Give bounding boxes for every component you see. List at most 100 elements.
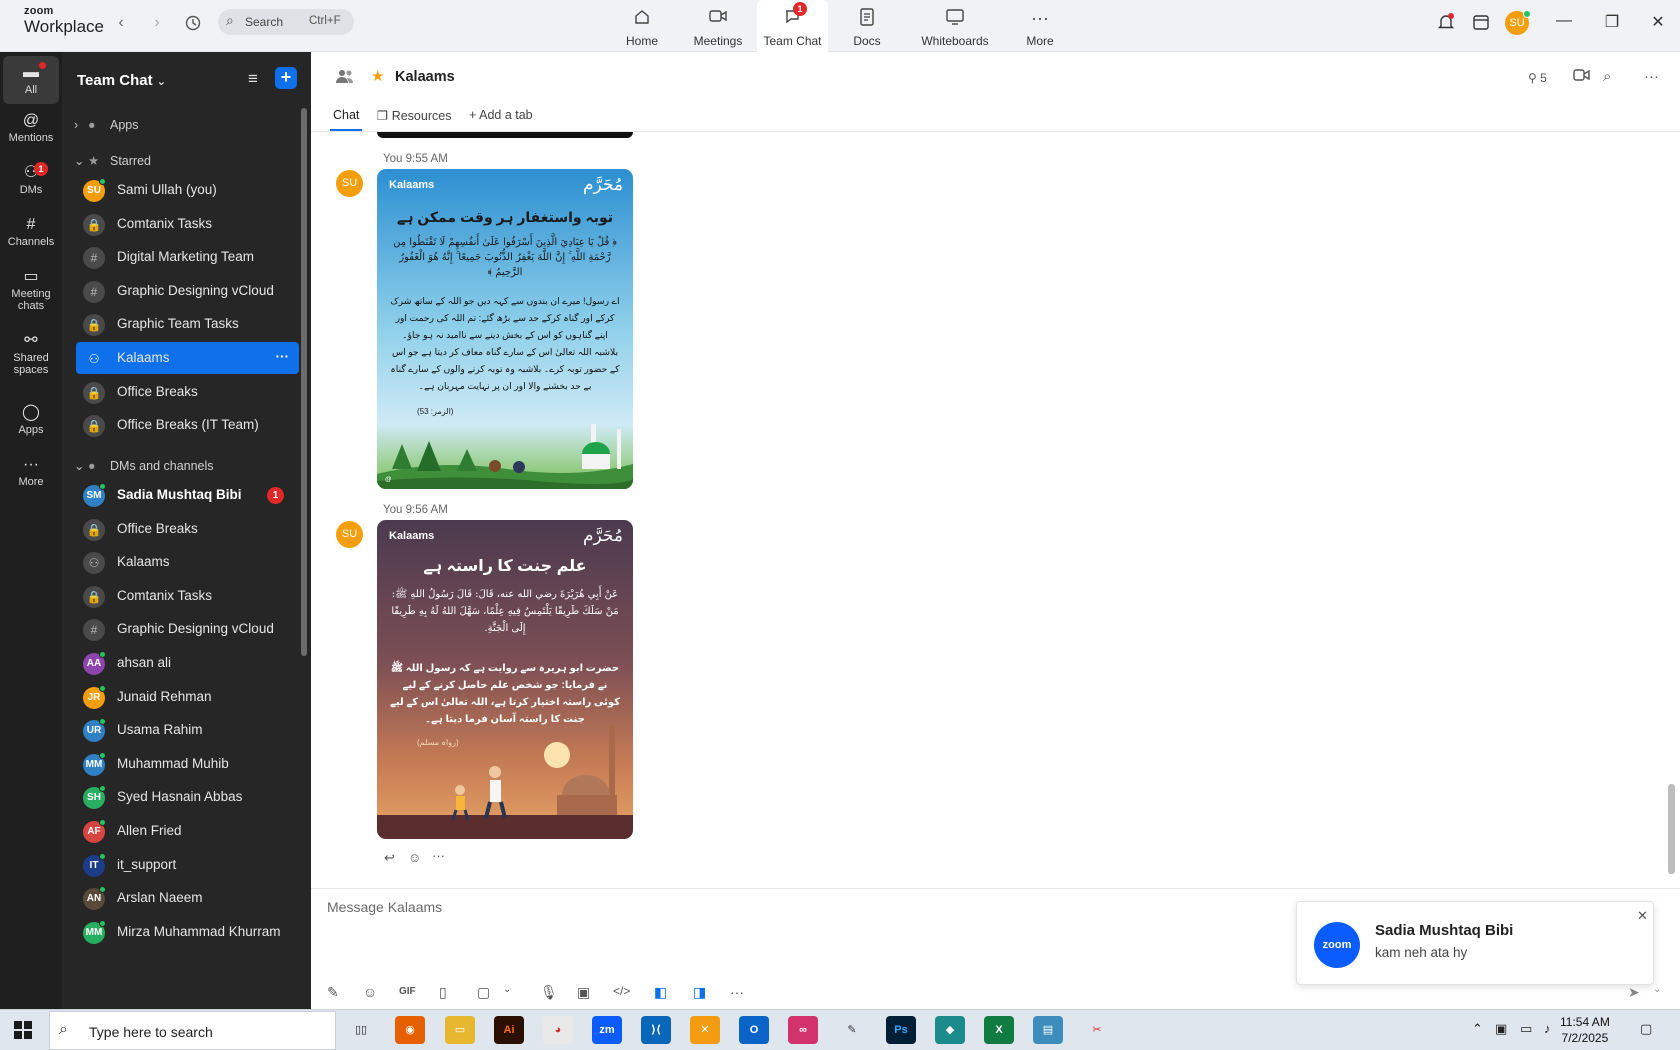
section-dms[interactable]: ⌄ ● DMs and channels [74,458,214,473]
rail-meeting-chats[interactable]: ▭ Meeting chats [3,266,59,312]
sidebar-item-comtanix-tasks[interactable]: 🔒 Comtanix Tasks [76,580,299,612]
rail-apps[interactable]: ◯ Apps [3,402,59,436]
send-icon[interactable]: ➤ [1628,984,1640,1001]
gif-icon[interactable]: GIF [399,986,416,997]
message-more-icon[interactable]: ··· [432,848,445,863]
illustrator-icon[interactable]: Ai [494,1016,524,1044]
nav-more[interactable]: ··· More [1020,0,1060,52]
tray-chevron-up-icon[interactable]: ⌃ [1472,1021,1483,1037]
user-avatar[interactable]: SU [1505,10,1531,35]
photoshop-icon[interactable]: Ps [886,1016,916,1044]
nav-docs[interactable]: Docs [845,0,889,52]
sidebar-item-office-breaks-it-team[interactable]: 🔒 Office Breaks (IT Team) [76,409,299,441]
sidebar-item-digital-marketing-team[interactable]: # Digital Marketing Team [76,241,299,273]
history-icon[interactable] [183,14,203,37]
reply-icon[interactable]: ↩ [384,850,395,866]
section-apps[interactable]: › ● Apps [74,118,139,132]
tray-network-share-icon[interactable]: ▣ [1495,1021,1507,1037]
sidebar-item-graphic-team-tasks[interactable]: 🔒 Graphic Team Tasks [76,308,299,340]
taskbar-clock[interactable]: 11:54 AM 7/2/2025 [1560,1014,1610,1046]
sidebar-item-office-breaks[interactable]: 🔒 Office Breaks [76,376,299,408]
sidebar-item-usama-rahim[interactable]: UR Usama Rahim [76,714,299,746]
xampp-icon[interactable]: ✕ [690,1016,720,1044]
more-options-icon[interactable]: ··· [1644,68,1659,85]
tab-chat[interactable]: Chat [333,108,359,122]
forward-arrow-icon[interactable]: › [147,14,167,32]
sidebar-item-sami-ullah-you[interactable]: SU Sami Ullah (you) [76,174,299,206]
code-icon[interactable]: </> [613,984,630,998]
vscode-icon[interactable]: ⟩⟨ [641,1016,671,1044]
sidebar-item-ahsan-ali[interactable]: AA ahsan ali [76,647,299,679]
zoom-taskbar-icon[interactable]: zm [592,1016,622,1044]
previous-image-fragment[interactable] [377,132,633,138]
add-reaction-icon[interactable]: ☺ [408,850,421,865]
rail-all[interactable]: ▬ All [3,56,59,104]
task-view-icon[interactable]: ▯▯ [346,1016,376,1044]
rail-more[interactable]: ··· More [3,454,59,488]
format-icon[interactable]: ✎ [327,984,339,1001]
chrome-icon[interactable]: ◕ [543,1016,573,1044]
pen-tool-icon[interactable]: ✎ [837,1016,867,1044]
close-icon[interactable]: ✕ [1637,908,1648,924]
search-icon[interactable]: ⌕ [1603,68,1611,85]
filter-icon[interactable]: ≡ [248,69,258,89]
sidebar-item-syed-hasnain-abbas[interactable]: SH Syed Hasnain Abbas [76,781,299,813]
rail-channels[interactable]: # Channels [3,214,59,248]
file-explorer-icon[interactable]: ▭ [445,1016,475,1044]
sender-avatar[interactable]: SU [336,170,363,197]
firefox-icon[interactable]: ◉ [395,1016,425,1044]
image-card-tawbah[interactable]: Kalaams مُحَرَّم توبہ واستغفار ہر وقت مم… [377,169,633,489]
taskbar-search[interactable]: ⌕ Type here to search [49,1011,336,1050]
sidebar-item-graphic-designing-vcloud[interactable]: # Graphic Designing vCloud [76,275,299,307]
sidebar-item-mirza-muhammad-khurram[interactable]: MM Mirza Muhammad Khurram [76,916,299,948]
notification-bell-icon[interactable] [1437,13,1455,34]
sidebar-item-sadia-mushtaq-bibi[interactable]: SM Sadia Mushtaq Bibi 1 [76,479,299,511]
microphone-icon[interactable]: 🎙 [540,984,558,1001]
item-more-icon[interactable]: ··· [276,349,290,364]
video-message-icon[interactable]: ▣ [577,984,590,1001]
emoji-icon[interactable]: ☺ [363,984,377,1000]
sidebar-item-office-breaks[interactable]: 🔒 Office Breaks [76,513,299,545]
nav-team-chat[interactable]: 1 Team Chat [757,0,828,52]
rail-dms[interactable]: ⚇ 1 DMs [3,162,59,196]
new-chat-button[interactable]: + [275,67,297,89]
sidebar-scrollbar[interactable] [301,108,307,656]
file-icon[interactable]: ▯ [439,984,447,1001]
nav-whiteboards[interactable]: Whiteboards [914,0,996,52]
volume-icon[interactable]: ♪ [1544,1021,1551,1036]
sidebar-item-arslan-naeem[interactable]: AN Arslan Naeem [76,882,299,914]
sender-avatar[interactable]: SU [336,521,363,548]
members-count[interactable]: ⚲ 5 [1528,71,1547,85]
sidebar-item-muhammad-muhib[interactable]: MM Muhammad Muhib [76,748,299,780]
app-shortcut-2-icon[interactable]: ◨ [693,984,706,1001]
screenshot-icon[interactable]: ▢ [477,984,490,1001]
nav-meetings[interactable]: Meetings [690,0,746,52]
section-starred[interactable]: ⌄ ★ Starred [74,153,151,168]
image-card-ilm[interactable]: Kalaams مُحَرَّم علم جنت کا راستہ ہے عَن… [377,520,633,839]
rail-mentions[interactable]: @ Mentions [3,110,59,144]
sidebar-item-graphic-designing-vcloud[interactable]: # Graphic Designing vCloud [76,613,299,645]
snipping-tool-icon[interactable]: ✂ [1082,1016,1112,1044]
chevron-down-icon[interactable]: ⌄ [503,984,511,995]
excel-icon[interactable]: X [984,1016,1014,1044]
calendar-app-icon[interactable] [1472,13,1490,34]
sidebar-title[interactable]: Team Chat ⌄ [77,72,166,89]
message-input[interactable] [327,899,1127,915]
creative-cloud-icon[interactable]: ∞ [788,1016,818,1044]
sidebar-item-kalaams[interactable]: ⚇ Kalaams [76,546,299,578]
rail-shared-spaces[interactable]: ⚯ Shared spaces [3,330,59,376]
minimize-icon[interactable]: — [1552,12,1576,30]
sidebar-item-junaid-rehman[interactable]: JR Junaid Rehman [76,681,299,713]
send-options-icon[interactable]: ⌄ [1653,984,1661,995]
windows-start-icon[interactable] [14,1021,32,1039]
close-icon[interactable]: ✕ [1646,12,1670,32]
sidebar-item-it-support[interactable]: IT it_support [76,849,299,881]
notification-toast[interactable]: zoom Sadia Mushtaq Bibi kam neh ata hy ✕ [1296,901,1654,985]
tab-add[interactable]: + Add a tab [469,108,533,122]
video-call-icon[interactable] [1573,68,1591,86]
more-tools-icon[interactable]: ··· [730,984,744,1000]
tray-display-icon[interactable]: ▭ [1520,1021,1532,1037]
chat-scrollbar[interactable] [1668,784,1675,874]
nav-home[interactable]: Home [620,0,664,52]
sidebar-item-allen-fried[interactable]: AF Allen Fried [76,815,299,847]
